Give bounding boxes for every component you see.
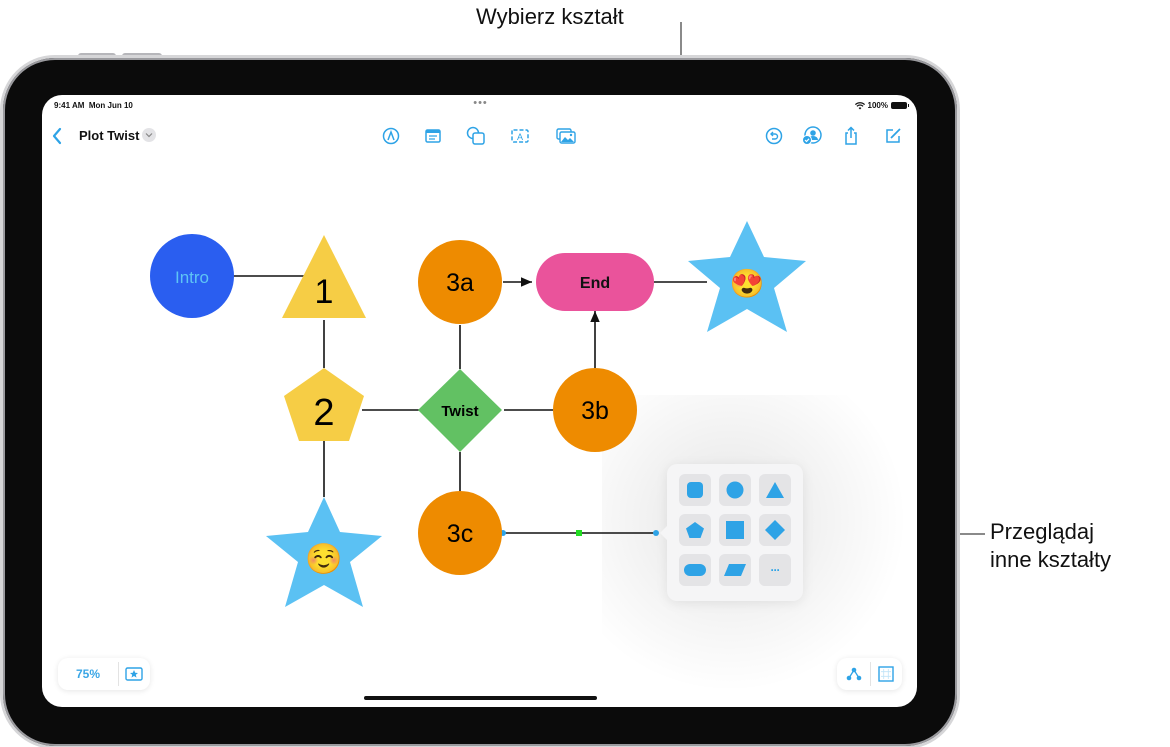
square-shape-icon [726, 521, 744, 539]
node-end[interactable]: End [536, 253, 654, 311]
popover-arrow [660, 526, 667, 540]
circle-shape-icon [726, 481, 744, 499]
node-2[interactable]: 2 [284, 368, 364, 441]
shape-pill[interactable] [679, 554, 711, 586]
node-twist-label: Twist [441, 403, 478, 420]
zoom-level-button[interactable]: 75% [58, 658, 118, 690]
node-2-label: 2 [313, 392, 334, 434]
node-star-smile-emoji: ☺️ [305, 542, 342, 576]
node-star-love[interactable]: 😍 [688, 221, 806, 332]
shape-triangle[interactable] [759, 474, 791, 506]
node-3b[interactable]: 3b [553, 368, 637, 452]
grid-toggle-button[interactable] [873, 663, 899, 685]
pentagon-shape-icon [686, 522, 704, 538]
divider [870, 662, 871, 686]
star-board-icon [125, 667, 143, 681]
zoom-control: 75% [58, 658, 150, 690]
connection-style-icon [846, 667, 862, 681]
shape-picker-popover: ··· [660, 464, 803, 601]
callout-browse-line1: Przeglądaj [990, 519, 1094, 544]
connector-handle-mid[interactable] [576, 530, 582, 536]
shape-parallelogram[interactable] [719, 554, 751, 586]
triangle-shape-icon [766, 482, 784, 498]
node-3c-label: 3c [447, 520, 473, 548]
board-canvas[interactable]: Intro 1 2 ☺️ 3a Twist 3b 3c End 😍 [42, 95, 917, 707]
node-3a[interactable]: 3a [418, 240, 502, 324]
node-intro[interactable]: Intro [150, 234, 234, 318]
node-star-love-emoji: 😍 [730, 268, 765, 299]
callout-browse-shapes: Przeglądaj inne kształty [990, 518, 1111, 574]
home-indicator[interactable] [364, 696, 597, 700]
shape-grid: ··· [679, 474, 791, 586]
more-shapes-icon: ··· [770, 563, 781, 577]
diamond-shape-icon [765, 520, 785, 540]
node-intro-label: Intro [175, 268, 209, 287]
node-3c[interactable]: 3c [418, 491, 502, 575]
shape-rounded-square[interactable] [679, 474, 711, 506]
pill-shape-icon [684, 564, 706, 576]
scenes-button[interactable] [122, 664, 146, 684]
node-twist[interactable]: Twist [418, 369, 502, 452]
grid-icon [878, 666, 894, 682]
connection-style-button[interactable] [841, 663, 867, 685]
shape-pentagon[interactable] [679, 514, 711, 546]
shape-square[interactable] [719, 514, 751, 546]
parallelogram-shape-icon [724, 564, 746, 576]
rounded-square-shape-icon [687, 482, 703, 498]
view-controls [837, 658, 902, 690]
more-shapes-button[interactable]: ··· [759, 554, 791, 586]
node-1-label: 1 [315, 273, 334, 311]
shape-circle[interactable] [719, 474, 751, 506]
node-end-label: End [580, 275, 610, 292]
node-3a-label: 3a [446, 269, 474, 297]
node-star-smile[interactable]: ☺️ [266, 497, 382, 607]
divider [118, 662, 119, 686]
connector-handle-end[interactable] [653, 530, 659, 536]
node-3b-label: 3b [581, 397, 609, 425]
callout-browse-line2: inne kształty [990, 547, 1112, 572]
shape-diamond[interactable] [759, 514, 791, 546]
callout-choose-shape: Wybierz kształt [476, 4, 624, 29]
screen: : 9:41 AM Mon Jun 10 ••• 100% Plot Twist… [42, 95, 917, 707]
